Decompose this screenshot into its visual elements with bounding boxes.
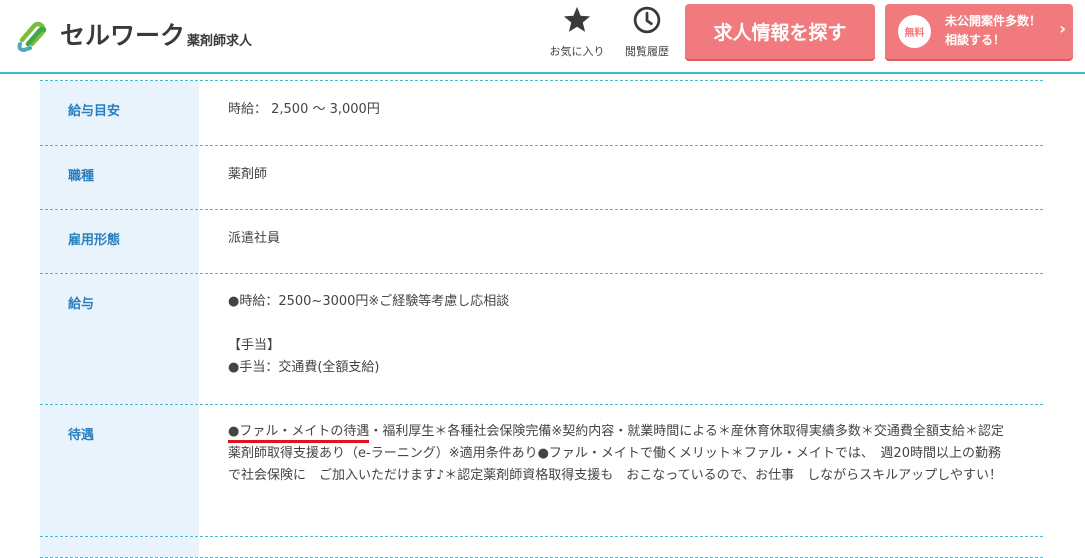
detail-row-salary: 給与 ●時給：2500~3000円※ご経験等考慮し応相談 【手当】 ●手当：交通…	[40, 274, 1043, 405]
row-value: 薬剤師	[199, 146, 1043, 209]
row-label: 給与目安	[40, 81, 199, 145]
row-value: 時給： 2,500 ～ 3,000円	[199, 81, 1043, 145]
logo-text: セルワーク	[60, 21, 186, 50]
chevron-right-icon: ›	[1059, 19, 1066, 38]
row-value: ●ファル・メイトの待遇・福利厚生＊各種社会保険完備※契約内容・就業時間による＊産…	[199, 405, 1043, 536]
row-value: 派遣社員	[199, 210, 1043, 273]
row-value: ●時給：2500~3000円※ご経験等考慮し応相談 【手当】 ●手当：交通費(全…	[199, 274, 1043, 404]
job-search-label: 求人情報を探す	[713, 22, 847, 44]
detail-row-partial	[40, 537, 1043, 558]
detail-row-job-type: 職種 薬剤師	[40, 146, 1043, 210]
star-icon	[563, 6, 591, 32]
row-label: 職種	[40, 146, 199, 209]
logo-subtext: 薬剤師求人	[187, 33, 253, 49]
detail-row-salary-estimate: 給与目安 時給： 2,500 ～ 3,000円	[40, 80, 1043, 146]
row-label-empty	[40, 537, 199, 557]
favorites-link[interactable]: お気に入り	[542, 5, 612, 59]
job-search-button[interactable]: 求人情報を探す	[685, 4, 875, 59]
value-line: 【手当】	[228, 338, 281, 353]
detail-row-benefits: 待遇 ●ファル・メイトの待遇・福利厚生＊各種社会保険完備※契約内容・就業時間によ…	[40, 405, 1043, 537]
site-logo[interactable]: セルワーク 薬剤師求人	[14, 12, 252, 56]
row-label: 待遇	[40, 405, 199, 536]
value-line: ●時給：2500~3000円※ご経験等考慮し応相談	[228, 294, 510, 309]
free-badge: 無料	[898, 15, 931, 48]
value-line: 時給： 2,500 ～ 3,000円	[228, 102, 380, 117]
history-label: 閲覧履歴	[625, 45, 669, 58]
row-label: 雇用形態	[40, 210, 199, 273]
consult-line-1: 未公開案件多数！	[945, 14, 1042, 28]
site-header: セルワーク 薬剤師求人 お気に入り 閲覧履歴 求人情報を探す 無料 未公開案件多…	[0, 0, 1085, 74]
clock-icon	[633, 6, 661, 34]
row-label: 給与	[40, 274, 199, 404]
history-link[interactable]: 閲覧履歴	[612, 5, 682, 59]
value-line: 派遣社員	[228, 231, 281, 246]
highlighted-benefit: ●ファル・メイトの待遇	[228, 424, 370, 439]
logo-mark-icon	[17, 21, 47, 53]
value-line: ●手当：交通費(全額支給)	[228, 360, 380, 375]
consult-button[interactable]: 無料 未公開案件多数！ 相談する！ ›	[885, 4, 1073, 59]
favorites-label: お気に入り	[549, 45, 605, 58]
row-value-empty	[199, 537, 1043, 557]
consult-line-2: 相談する！	[945, 33, 1006, 47]
detail-row-employment-type: 雇用形態 派遣社員	[40, 210, 1043, 274]
job-details-table: 給与目安 時給： 2,500 ～ 3,000円 職種 薬剤師 雇用形態 派遣社員…	[40, 80, 1043, 558]
consult-text: 未公開案件多数！ 相談する！	[945, 12, 1041, 50]
value-line: 薬剤師	[228, 167, 268, 182]
